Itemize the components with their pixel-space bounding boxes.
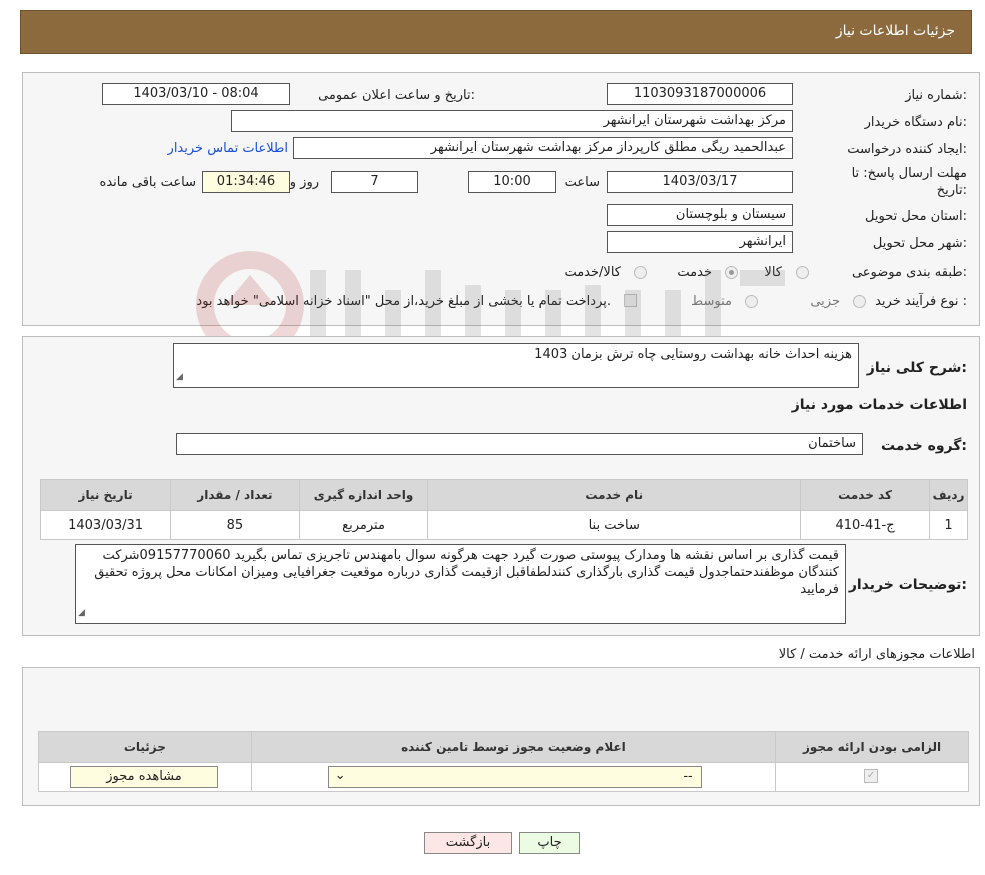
process-option-medium: متوسط	[691, 294, 732, 309]
days-remaining-field: 7	[331, 171, 418, 193]
permit-status-value: --	[683, 769, 693, 784]
resize-grip-icon[interactable]: ◢	[176, 369, 183, 386]
announce-datetime-field: 1403/03/10 - 08:04	[102, 83, 290, 105]
category-option-goods: کالا	[764, 265, 782, 280]
buyer-notes-text: قیمت گذاری بر اساس نقشه ها ومدارک پیوستی…	[94, 548, 839, 597]
permit-status-select[interactable]: ⌄ --	[327, 766, 702, 788]
buyer-contact-link[interactable]: اطلاعات تماس خریدار	[168, 141, 288, 156]
creator-field: عبدالحمید ریگی مطلق کارپرداز مرکز بهداشت…	[293, 137, 793, 159]
table-row: مشاهده مجوز ⌄ -- ✓	[38, 762, 969, 792]
deadline-date-label: تاریخ:	[936, 183, 967, 198]
category-radio-service[interactable]	[725, 266, 738, 279]
treasury-checkbox[interactable]	[624, 294, 637, 307]
city-label: شهر محل تحویل:	[872, 236, 967, 251]
process-label: نوع فرآیند خرید :	[875, 294, 967, 309]
print-button[interactable]: چاپ	[519, 832, 580, 854]
cell-service-name: ساخت بنا	[427, 510, 802, 540]
buyer-notes-textarea: قیمت گذاری بر اساس نقشه ها ومدارک پیوستی…	[75, 544, 846, 624]
buyer-org-label: نام دستگاه خریدار:	[864, 115, 967, 130]
city-field: ایرانشهر	[607, 231, 793, 253]
col-service-name: نام خدمت	[427, 479, 802, 511]
service-group-label: گروه خدمت:	[881, 438, 967, 454]
col-service-code: کد خدمت	[800, 479, 931, 511]
permits-table: جزئیات اعلام وضعیت مجوز توسط تامین کننده…	[38, 731, 969, 792]
category-label: طبقه بندی موضوعی:	[851, 265, 967, 280]
col-permit-status: اعلام وضعیت مجوز توسط تامین کننده	[250, 731, 777, 763]
remaining-time-field: 01:34:46	[202, 171, 290, 193]
cell-view-permit: مشاهده مجوز	[38, 762, 252, 792]
cell-unit: مترمربع	[298, 510, 429, 540]
need-number-label: شماره نیاز:	[905, 88, 967, 103]
col-details: جزئیات	[38, 731, 252, 763]
announce-label: تاریخ و ساعت اعلان عمومی:	[318, 88, 475, 103]
buyer-org-field: مرکز بهداشت شهرستان ایرانشهر	[231, 110, 793, 132]
cell-quantity: 85	[170, 510, 300, 540]
table-row: 1403/03/31 85 مترمربع ساخت بنا ج-41-410 …	[39, 510, 968, 540]
page-title: جزئیات اطلاعات نیاز	[835, 23, 955, 39]
cell-permit-required: ✓	[775, 762, 969, 792]
process-radio-medium[interactable]	[745, 295, 758, 308]
process-option-minor: جزیی	[810, 294, 840, 309]
category-radio-goods[interactable]	[796, 266, 809, 279]
deadline-time-label: ساعت	[564, 175, 600, 190]
days-label: روز و	[289, 175, 319, 190]
summary-textarea: هزینه احداث خانه بهداشت روستایی چاه ترش …	[173, 343, 859, 388]
need-number-field: 1103093187000006	[607, 83, 793, 105]
remaining-time-label: ساعت باقی مانده	[99, 175, 196, 190]
process-note: پرداخت تمام یا بخشی از مبلغ خرید،از محل …	[196, 294, 611, 309]
col-need-date: تاریخ نیاز	[39, 479, 172, 511]
view-permit-button[interactable]: مشاهده مجوز	[70, 766, 218, 788]
cell-permit-select: ⌄ --	[250, 762, 777, 792]
deadline-label: مهلت ارسال پاسخ: تا	[851, 166, 967, 181]
deadline-date-field: 1403/03/17	[607, 171, 793, 193]
summary-text: هزینه احداث خانه بهداشت روستایی چاه ترش …	[534, 347, 852, 362]
permits-table-header: جزئیات اعلام وضعیت مجوز توسط تامین کننده…	[38, 731, 969, 763]
service-group-field: ساختمان	[176, 433, 863, 455]
col-permit-required: الزامی بودن ارائه مجوز	[775, 731, 969, 763]
buyer-notes-label: توضیحات خریدار:	[848, 577, 967, 593]
category-option-service: خدمت	[677, 265, 712, 280]
creator-label: ایجاد کننده درخواست:	[847, 142, 967, 157]
permits-title: اطلاعات مجوزهای ارائه خدمت / کالا	[778, 647, 975, 662]
province-label: استان محل تحویل:	[865, 209, 967, 224]
category-radio-goods-service[interactable]	[634, 266, 647, 279]
services-title: اطلاعات خدمات مورد نیاز	[791, 397, 967, 413]
deadline-time-field: 10:00	[468, 171, 556, 193]
resize-grip-icon[interactable]: ◢	[78, 605, 85, 622]
col-unit: واحد اندازه گیری	[298, 479, 429, 511]
services-table-header: تاریخ نیاز تعداد / مقدار واحد اندازه گیر…	[39, 479, 968, 511]
summary-label: شرح کلی نیاز:	[866, 360, 967, 376]
required-checkbox[interactable]: ✓	[864, 769, 879, 783]
chevron-down-icon: ⌄	[334, 768, 346, 783]
services-table: تاریخ نیاز تعداد / مقدار واحد اندازه گیر…	[39, 479, 968, 540]
province-field: سیستان و بلوچستان	[607, 204, 793, 226]
process-radio-minor[interactable]	[853, 295, 866, 308]
back-button[interactable]: بازگشت	[424, 832, 512, 854]
col-row: ردیف	[929, 479, 968, 511]
cell-need-date: 1403/03/31	[39, 510, 172, 540]
cell-service-code: ج-41-410	[800, 510, 931, 540]
category-option-goods-service: کالا/خدمت	[564, 265, 621, 280]
cell-row: 1	[929, 510, 968, 540]
page-header: جزئیات اطلاعات نیاز	[20, 10, 972, 54]
col-quantity: تعداد / مقدار	[170, 479, 300, 511]
